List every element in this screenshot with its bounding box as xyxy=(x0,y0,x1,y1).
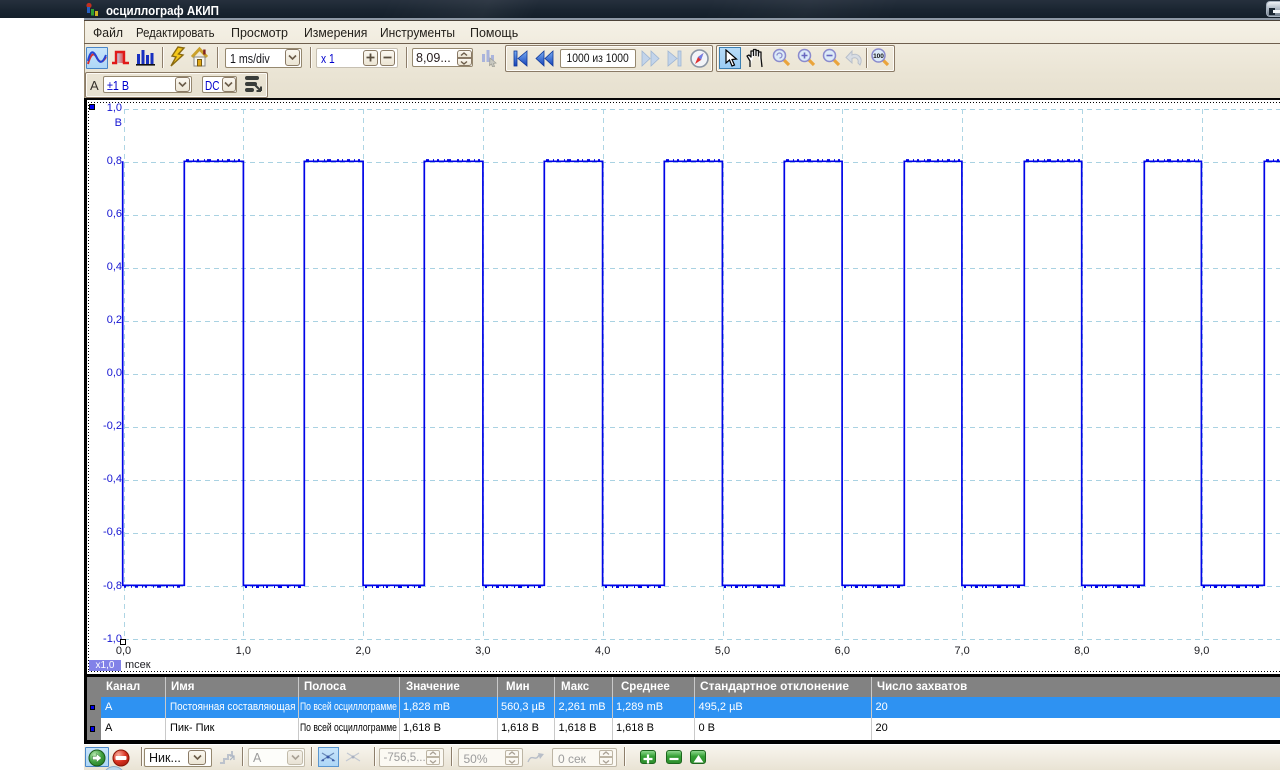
svg-text:100: 100 xyxy=(873,53,884,60)
